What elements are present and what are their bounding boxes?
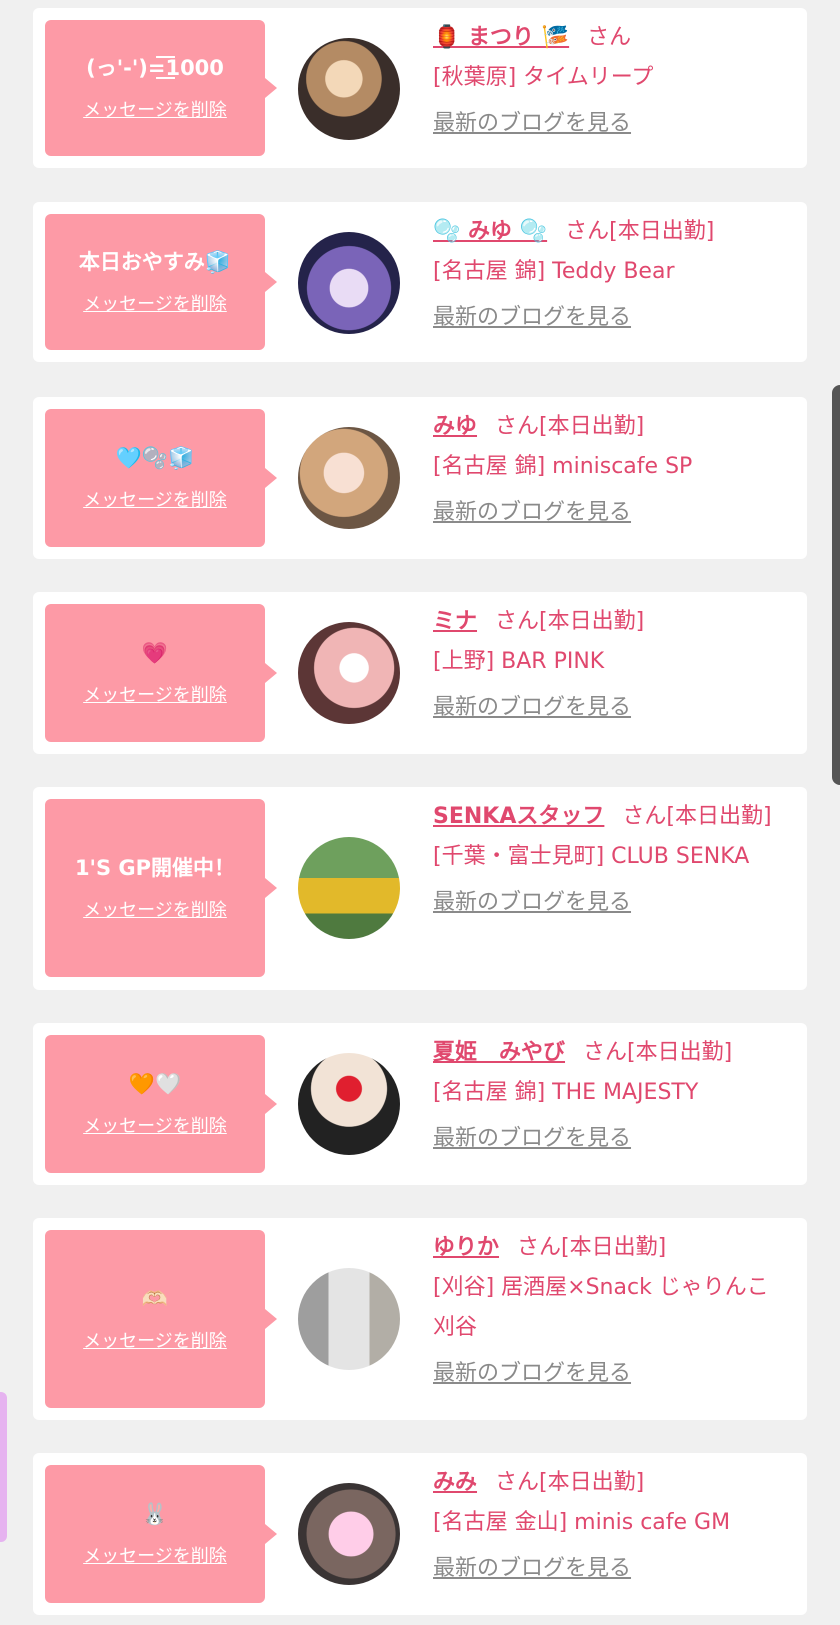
list-item: (っ'-')=͟͟͞͞1000 メッセージを削除 🏮 まつり 🎏 さん [秋葉原]… xyxy=(33,8,807,168)
entry-info: みゆ さん[本日出勤] [名古屋 錦] miniscafe SP 最新のブログを見… xyxy=(433,407,789,533)
user-name-link[interactable]: 🏮 まつり 🎏 xyxy=(433,25,569,50)
delete-message-link[interactable]: メッセージを削除 xyxy=(83,486,227,512)
entry-info: 🫧 みゆ 🫧 さん[本日出勤] [名古屋 錦] Teddy Bear 最新のブログ… xyxy=(433,212,789,338)
message-text: 🧡🤍 xyxy=(128,1072,182,1096)
scrollbar[interactable] xyxy=(832,385,840,785)
list-item: 🩵🫧🧊 メッセージを削除 みゆ さん[本日出勤] [名古屋 錦] miniscaf… xyxy=(33,397,807,559)
avatar[interactable] xyxy=(298,427,400,529)
message-bubble: 1'S GP開催中！ メッセージを削除 xyxy=(45,799,277,977)
user-name-link[interactable]: 夏姫 みやび xyxy=(433,1040,565,1065)
shop-label: [千葉・富士見町] CLUB SENKA xyxy=(433,844,750,869)
message-bubble: 💗 メッセージを削除 xyxy=(45,604,277,742)
message-text: 💗 xyxy=(141,641,169,665)
user-name-link[interactable]: SENKAスタッフ xyxy=(433,804,604,829)
list-item: 🧡🤍 メッセージを削除 夏姫 みやび さん[本日出勤] [名古屋 錦] THE M… xyxy=(33,1023,807,1185)
user-name-link[interactable]: みみ xyxy=(433,1470,477,1495)
latest-blog-link[interactable]: 最新のブログを見る xyxy=(433,1354,631,1394)
shop-label: [名古屋 金山] minis cafe GM xyxy=(433,1510,731,1535)
message-bubble: (っ'-')=͟͟͞͞1000 メッセージを削除 xyxy=(45,20,277,156)
delete-message-link[interactable]: メッセージを削除 xyxy=(83,290,227,316)
message-text: 本日おやすみ🧊 xyxy=(78,250,232,274)
shop-label: [名古屋 錦] miniscafe SP xyxy=(433,454,693,479)
side-drawer-tab[interactable] xyxy=(0,1392,7,1542)
entry-info: SENKAスタッフ さん[本日出勤] [千葉・富士見町] CLUB SENKA 最… xyxy=(433,797,789,923)
avatar[interactable] xyxy=(298,38,400,140)
message-bubble: 🩵🫧🧊 メッセージを削除 xyxy=(45,409,277,547)
list-item: 💗 メッセージを削除 ミナ さん[本日出勤] [上野] BAR PINK 最新のブ… xyxy=(33,592,807,754)
message-bubble: 🧡🤍 メッセージを削除 xyxy=(45,1035,277,1173)
name-suffix: さん[本日出勤] xyxy=(565,219,715,244)
name-suffix: さん[本日出勤] xyxy=(495,1470,645,1495)
delete-message-link[interactable]: メッセージを削除 xyxy=(83,1542,227,1568)
delete-message-link[interactable]: メッセージを削除 xyxy=(83,896,227,922)
shop-label: [刈谷] 居酒屋×Snack じゃりんこ刈谷 xyxy=(433,1275,769,1340)
list-item: 1'S GP開催中！ メッセージを削除 SENKAスタッフ さん[本日出勤] [千… xyxy=(33,787,807,990)
avatar[interactable] xyxy=(298,1268,400,1370)
name-suffix: さん xyxy=(587,25,632,50)
avatar[interactable] xyxy=(298,622,400,724)
latest-blog-link[interactable]: 最新のブログを見る xyxy=(433,104,631,144)
name-suffix: さん[本日出勤] xyxy=(583,1040,733,1065)
shop-label: [秋葉原] タイムリープ xyxy=(433,65,654,90)
latest-blog-link[interactable]: 最新のブログを見る xyxy=(433,298,631,338)
message-text: 🐰 xyxy=(141,1502,169,1526)
message-bubble: 🫶🏻 メッセージを削除 xyxy=(45,1230,277,1408)
entry-info: みみ さん[本日出勤] [名古屋 金山] minis cafe GM 最新のブログ… xyxy=(433,1463,789,1589)
shop-label: [名古屋 錦] Teddy Bear xyxy=(433,259,675,284)
list-item: 🫶🏻 メッセージを削除 ゆりか さん[本日出勤] [刈谷] 居酒屋×Snack じ… xyxy=(33,1218,807,1420)
user-name-link[interactable]: みゆ xyxy=(433,414,477,439)
message-bubble: 本日おやすみ🧊 メッセージを削除 xyxy=(45,214,277,350)
message-text: 🩵🫧🧊 xyxy=(115,446,195,470)
entry-info: 夏姫 みやび さん[本日出勤] [名古屋 錦] THE MAJESTY 最新のブロ… xyxy=(433,1033,789,1159)
latest-blog-link[interactable]: 最新のブログを見る xyxy=(433,688,631,728)
name-suffix: さん[本日出勤] xyxy=(495,414,645,439)
latest-blog-link[interactable]: 最新のブログを見る xyxy=(433,493,631,533)
delete-message-link[interactable]: メッセージを削除 xyxy=(83,1112,227,1138)
message-text: (っ'-')=͟͟͞͞1000 xyxy=(86,56,224,80)
delete-message-link[interactable]: メッセージを削除 xyxy=(83,1327,227,1353)
avatar[interactable] xyxy=(298,837,400,939)
message-text: 🫶🏻 xyxy=(141,1287,169,1311)
user-name-link[interactable]: 🫧 みゆ 🫧 xyxy=(433,219,547,244)
delete-message-link[interactable]: メッセージを削除 xyxy=(83,96,227,122)
latest-blog-link[interactable]: 最新のブログを見る xyxy=(433,1119,631,1159)
name-suffix: さん[本日出勤] xyxy=(622,804,772,829)
user-name-link[interactable]: ミナ xyxy=(433,609,477,634)
entry-info: 🏮 まつり 🎏 さん [秋葉原] タイムリープ 最新のブログを見る xyxy=(433,18,789,144)
avatar[interactable] xyxy=(298,1053,400,1155)
message-bubble: 🐰 メッセージを削除 xyxy=(45,1465,277,1603)
shop-label: [名古屋 錦] THE MAJESTY xyxy=(433,1080,699,1105)
entry-info: ゆりか さん[本日出勤] [刈谷] 居酒屋×Snack じゃりんこ刈谷 最新のブロ… xyxy=(433,1228,789,1394)
avatar[interactable] xyxy=(298,232,400,334)
delete-message-link[interactable]: メッセージを削除 xyxy=(83,681,227,707)
message-text: 1'S GP開催中！ xyxy=(74,856,236,880)
latest-blog-link[interactable]: 最新のブログを見る xyxy=(433,883,631,923)
user-name-link[interactable]: ゆりか xyxy=(433,1235,499,1260)
name-suffix: さん[本日出勤] xyxy=(495,609,645,634)
entry-info: ミナ さん[本日出勤] [上野] BAR PINK 最新のブログを見る xyxy=(433,602,789,728)
avatar[interactable] xyxy=(298,1483,400,1585)
name-suffix: さん[本日出勤] xyxy=(517,1235,667,1260)
latest-blog-link[interactable]: 最新のブログを見る xyxy=(433,1549,631,1589)
list-item: 🐰 メッセージを削除 みみ さん[本日出勤] [名古屋 金山] minis caf… xyxy=(33,1453,807,1615)
list-item: 本日おやすみ🧊 メッセージを削除 🫧 みゆ 🫧 さん[本日出勤] [名古屋 錦] … xyxy=(33,202,807,362)
shop-label: [上野] BAR PINK xyxy=(433,649,605,674)
